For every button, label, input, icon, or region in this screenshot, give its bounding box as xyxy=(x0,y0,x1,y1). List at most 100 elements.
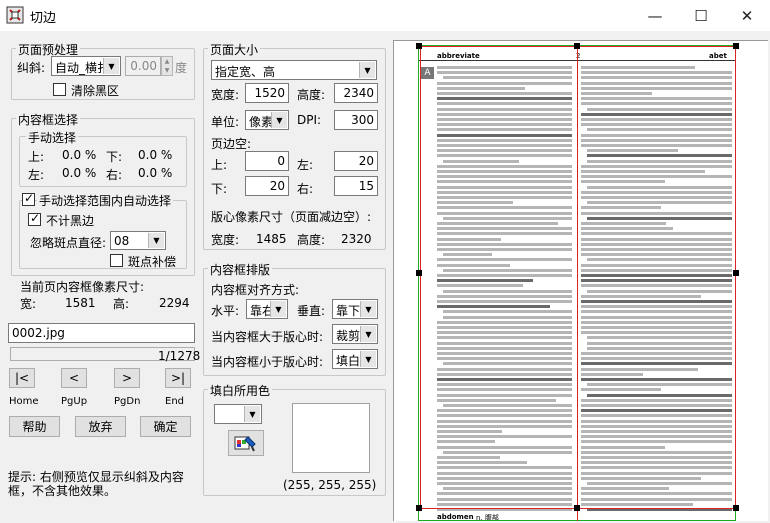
smaller-select[interactable]: 填白 ▼ xyxy=(332,349,378,369)
filename-field: 0002.jpg xyxy=(8,323,195,343)
resize-handle-right[interactable] xyxy=(733,270,739,276)
ok-button[interactable]: 确定 xyxy=(140,416,191,437)
page-width-label: 宽度: xyxy=(211,88,240,102)
content-frame-red[interactable] xyxy=(420,46,736,509)
smaller-label: 当内容框小于版心时: xyxy=(211,355,324,369)
minimize-button[interactable]: — xyxy=(632,0,678,31)
chevron-down-icon: ▼ xyxy=(270,301,286,317)
auto-select-label: 手动选择范围内自动选择 xyxy=(37,192,174,209)
fill-color-select[interactable]: ▼ xyxy=(214,404,262,424)
filename-text: 0002.jpg xyxy=(12,326,65,340)
page-width-value: 1520 xyxy=(254,86,285,100)
layout-height-label: 高度: xyxy=(297,233,326,247)
minimize-icon: — xyxy=(647,6,663,25)
next-page-button[interactable]: > xyxy=(114,368,140,388)
larger-select[interactable]: 裁剪 ▼ xyxy=(332,324,378,344)
resize-handle-bottom-right[interactable] xyxy=(733,505,739,511)
page-height-label: 高度: xyxy=(297,88,326,102)
top-label: 上: xyxy=(28,150,45,164)
unit-label: 单位: xyxy=(211,115,240,129)
skew-mode-select[interactable]: 自动_横扌 ▼ xyxy=(51,56,121,76)
color-picker-button[interactable] xyxy=(228,430,264,456)
resize-handle-bottom[interactable] xyxy=(574,505,580,511)
resize-handle-left[interactable] xyxy=(416,270,422,276)
skew-spinner[interactable]: ▲ ▼ xyxy=(161,56,173,76)
clear-black-checkbox[interactable] xyxy=(53,83,66,96)
layout-height-value: 2320 xyxy=(341,232,372,246)
skew-value-field[interactable]: 0.00 xyxy=(125,56,161,76)
h-align-select[interactable]: 靠右 ▼ xyxy=(246,299,288,319)
margin-top-value: 0 xyxy=(277,154,285,168)
v-align-label: 垂直: xyxy=(297,304,326,318)
skew-unit-label: 度 xyxy=(175,61,188,75)
ignore-dot-select[interactable]: 08 ▼ xyxy=(110,231,166,250)
prev-page-icon: < xyxy=(68,371,80,385)
window-title: 切边 xyxy=(30,11,57,26)
fill-color-title: 填白所用色 xyxy=(208,382,273,399)
margin-bottom-input[interactable]: 20 xyxy=(245,176,289,196)
maximize-button[interactable]: ☐ xyxy=(678,0,724,31)
exclude-border-label: 不计黑边 xyxy=(46,214,95,228)
last-page-button[interactable]: >| xyxy=(165,368,191,388)
margin-left-input[interactable]: 20 xyxy=(334,151,378,171)
margin-top-label: 上: xyxy=(211,158,228,172)
skew-value-text: 0.00 xyxy=(130,59,157,73)
exclude-border-checkbox[interactable] xyxy=(28,211,41,226)
v-align-value: 靠下 xyxy=(336,304,361,318)
pgup-label: PgUp xyxy=(61,396,88,407)
align-title: 内容框对齐方式: xyxy=(211,283,300,297)
next-page-icon: > xyxy=(121,371,133,385)
prev-page-button[interactable]: < xyxy=(61,368,87,388)
first-page-button[interactable]: |< xyxy=(9,368,35,388)
maximize-icon: ☐ xyxy=(694,6,708,25)
ignore-dot-label: 忽略斑点直径: xyxy=(30,236,107,250)
page-width-input[interactable]: 1520 xyxy=(245,83,289,103)
ignore-dot-value: 08 xyxy=(114,234,130,248)
margin-left-label: 左: xyxy=(297,158,314,172)
margin-right-input[interactable]: 15 xyxy=(334,176,378,196)
abort-button[interactable]: 放弃 xyxy=(75,416,126,437)
left-label: 左: xyxy=(28,168,45,182)
chevron-down-icon: ▼ xyxy=(244,406,260,422)
center-guide-line xyxy=(577,45,578,521)
page-height-input[interactable]: 2340 xyxy=(334,83,378,103)
resize-handle-top[interactable] xyxy=(574,43,580,49)
home-label: Home xyxy=(9,396,39,407)
resize-handle-top-right[interactable] xyxy=(733,43,739,49)
arrange-title: 内容框排版 xyxy=(208,261,273,278)
smaller-value: 填白 xyxy=(336,354,361,368)
chevron-down-icon: ▼ xyxy=(103,58,119,74)
layout-size-label: 版心像素尺寸（页面减边空）: xyxy=(211,210,372,224)
left-value: 0.0 % xyxy=(62,166,97,180)
help-button[interactable]: 帮助 xyxy=(9,416,60,437)
dot-fill-label: 斑点补偿 xyxy=(128,255,177,269)
fill-color-rgb: (255, 255, 255) xyxy=(283,478,377,492)
margin-top-input[interactable]: 0 xyxy=(245,151,289,171)
dpi-value: 300 xyxy=(351,113,374,127)
chevron-down-icon: ▼ xyxy=(360,351,376,367)
fill-color-swatch xyxy=(292,403,370,473)
close-button[interactable]: ✕ xyxy=(724,0,770,31)
page-counter: 1/1278 xyxy=(158,349,201,363)
page-size-mode-select[interactable]: 指定宽、高 ▼ xyxy=(211,60,377,80)
resize-handle-bottom-left[interactable] xyxy=(416,505,422,511)
manual-select-title: 手动选择 xyxy=(26,129,79,146)
dpi-input[interactable]: 300 xyxy=(334,110,378,130)
page-height-value: 2340 xyxy=(343,86,374,100)
chevron-down-icon: ▼ xyxy=(271,112,287,128)
margin-right-label: 右: xyxy=(297,182,314,196)
current-width-value: 1581 xyxy=(65,296,96,310)
layout-width-value: 1485 xyxy=(256,232,287,246)
dot-fill-checkbox[interactable] xyxy=(110,254,123,267)
v-align-select[interactable]: 靠下 ▼ xyxy=(332,299,378,319)
hint-text: 提示: 右侧预览仅显示纠斜及内容框，不含其他效果。 xyxy=(8,470,184,498)
auto-select-checkbox[interactable] xyxy=(22,191,35,206)
right-label: 右: xyxy=(106,168,123,182)
app-icon xyxy=(6,6,24,24)
close-icon: ✕ xyxy=(740,6,754,25)
margin-left-value: 20 xyxy=(358,154,374,168)
page-size-mode-value: 指定宽、高 xyxy=(215,65,276,79)
resize-handle-top-left[interactable] xyxy=(416,43,422,49)
margin-title: 页边空: xyxy=(211,137,252,151)
unit-select[interactable]: 像素 ▼ xyxy=(245,110,289,130)
